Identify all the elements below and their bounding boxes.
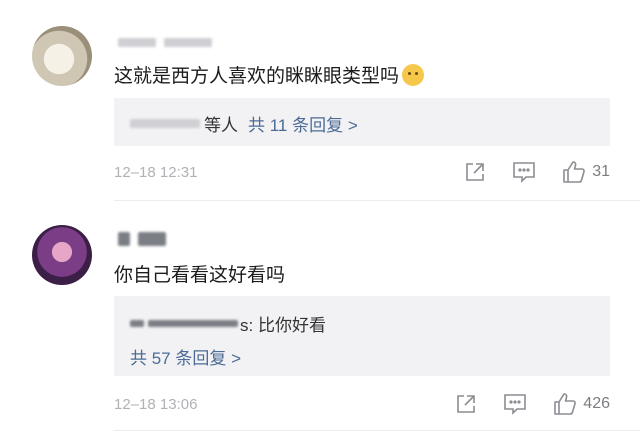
like-count: 31 (592, 163, 610, 180)
comment-meta: 12–18 12:31 31 (114, 160, 610, 184)
comment-meta: 12–18 13:06 426 (114, 392, 610, 416)
username[interactable] (118, 38, 212, 47)
divider (114, 200, 640, 201)
avatar[interactable] (32, 26, 92, 86)
comment-icon (504, 394, 527, 415)
reply-preview-box[interactable]: 等人 共 11 条回复 > (114, 98, 610, 146)
comment-text: 这就是西方人喜欢的眯眯眼类型吗 (114, 61, 425, 88)
reply-preview-box[interactable]: s: 比你好看 共 57 条回复 > (114, 296, 610, 376)
share-icon (457, 395, 476, 413)
reply-snippet: s: 比你好看 (240, 316, 326, 335)
avatar[interactable] (32, 225, 92, 285)
view-replies-link[interactable]: 共 57 条回复 > (130, 344, 241, 369)
view-replies-link[interactable]: 共 11 条回复 > (248, 111, 358, 136)
like-count: 426 (583, 395, 610, 412)
like-button[interactable]: 426 (553, 392, 610, 416)
share-button[interactable] (455, 393, 477, 415)
worried-face-emoji-icon (402, 64, 425, 86)
divider (114, 430, 640, 431)
timestamp: 12–18 13:06 (114, 395, 198, 413)
thumbs-up-icon (563, 161, 586, 183)
like-button[interactable]: 31 (562, 160, 610, 184)
username[interactable] (118, 232, 166, 246)
comment-icon (513, 162, 536, 183)
reply-users-suffix: 等人 (204, 116, 238, 135)
share-icon (466, 163, 485, 181)
share-button[interactable] (464, 161, 486, 183)
comment-button[interactable] (512, 161, 536, 183)
comment-text: 你自己看看这好看吗 (114, 265, 286, 286)
timestamp: 12–18 12:31 (114, 163, 198, 181)
thumbs-up-icon (554, 393, 577, 415)
comment-button[interactable] (503, 393, 527, 415)
